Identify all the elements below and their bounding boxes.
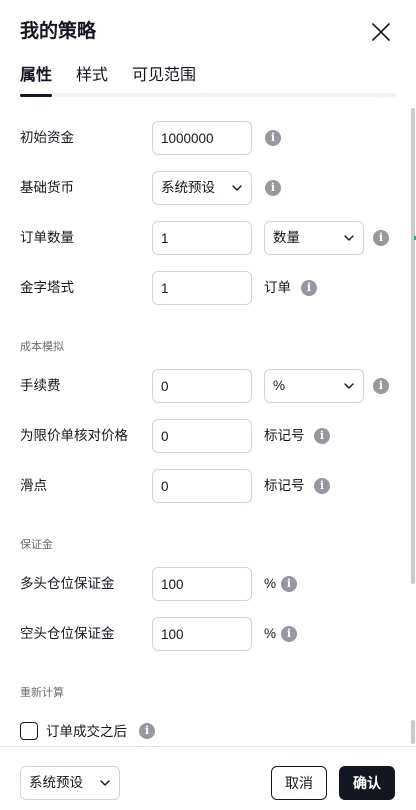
commission-unit-select[interactable]: % <box>264 369 364 403</box>
scrollbar-lower[interactable] <box>411 720 415 744</box>
long-margin-input[interactable] <box>152 567 252 601</box>
order-size-unit-value: 数量 <box>273 230 300 245</box>
short-margin-label: 空头仓位保证金 <box>20 626 115 641</box>
section-margin: 保证金 <box>20 539 53 551</box>
tab-style[interactable]: 样式 <box>76 65 108 87</box>
short-margin-unit: % <box>264 626 277 641</box>
ok-button[interactable]: 确认 <box>339 766 395 800</box>
pyramiding-unit: 订单 <box>264 280 291 295</box>
slippage-label: 滑点 <box>20 478 47 493</box>
order-size-row: 订单数量 数量 i <box>0 221 416 255</box>
base-currency-row: 基础货币 系统预设 i <box>0 171 416 205</box>
dialog-footer: 系统预设 取消 确认 <box>0 746 416 810</box>
long-margin-row: 多头仓位保证金 % i <box>0 567 416 601</box>
commission-row: 手续费 % i <box>0 369 416 403</box>
info-icon[interactable]: i <box>139 723 155 739</box>
base-currency-label: 基础货币 <box>20 180 74 195</box>
chevron-down-icon <box>344 235 354 241</box>
short-margin-input[interactable] <box>152 617 252 651</box>
short-margin-row: 空头仓位保证金 % i <box>0 617 416 651</box>
long-margin-label: 多头仓位保证金 <box>20 576 115 591</box>
info-icon[interactable]: i <box>314 478 330 494</box>
order-size-input[interactable] <box>152 221 252 255</box>
info-icon[interactable]: i <box>265 180 281 196</box>
chevron-down-icon <box>100 780 110 786</box>
dialog-title: 我的策略 <box>20 21 97 42</box>
info-icon[interactable]: i <box>301 280 317 296</box>
close-icon[interactable] <box>368 19 394 45</box>
verify-price-limit-row: 为限价单核对价格 标记号 i <box>0 419 416 453</box>
initial-capital-input[interactable] <box>152 121 252 155</box>
verify-price-limit-input[interactable] <box>152 419 252 453</box>
preset-value: 系统预设 <box>29 775 83 790</box>
scrollbar[interactable] <box>411 108 415 584</box>
active-tab-indicator <box>20 94 52 97</box>
tab-visibility[interactable]: 可见范围 <box>132 65 196 87</box>
slippage-input[interactable] <box>152 469 252 503</box>
chevron-down-icon <box>232 185 242 191</box>
tab-properties[interactable]: 属性 <box>20 65 52 87</box>
verify-price-limit-label: 为限价单核对价格 <box>20 428 128 443</box>
tab-track <box>20 93 396 97</box>
section-recalculate: 重新计算 <box>20 687 64 699</box>
long-margin-unit: % <box>264 576 277 591</box>
properties-panel: 初始资金 i 基础货币 系统预设 i 订单数量 数量 i 金字塔式 订单 i 成… <box>0 104 416 746</box>
info-icon[interactable]: i <box>265 130 281 146</box>
initial-capital-label: 初始资金 <box>20 130 74 145</box>
after-order-filled-checkbox[interactable] <box>20 722 38 740</box>
base-currency-value: 系统预设 <box>161 180 215 195</box>
section-cost-simulation: 成本模拟 <box>20 341 64 353</box>
chevron-down-icon <box>344 383 354 389</box>
pyramiding-row: 金字塔式 订单 i <box>0 271 416 305</box>
verify-price-limit-unit: 标记号 <box>264 428 305 443</box>
cancel-button[interactable]: 取消 <box>271 766 327 800</box>
order-size-unit-select[interactable]: 数量 <box>264 221 364 255</box>
commission-unit-value: % <box>273 378 286 393</box>
commission-label: 手续费 <box>20 378 61 393</box>
slippage-unit: 标记号 <box>264 478 305 493</box>
info-icon[interactable]: i <box>281 626 297 642</box>
initial-capital-row: 初始资金 i <box>0 121 416 155</box>
base-currency-select[interactable]: 系统预设 <box>152 171 252 205</box>
order-size-label: 订单数量 <box>20 230 74 245</box>
preset-select[interactable]: 系统预设 <box>20 766 120 800</box>
commission-input[interactable] <box>152 369 252 403</box>
info-icon[interactable]: i <box>373 378 389 394</box>
after-order-filled-label: 订单成交之后 <box>46 724 127 739</box>
info-icon[interactable]: i <box>373 230 389 246</box>
pyramiding-label: 金字塔式 <box>20 280 74 295</box>
pyramiding-input[interactable] <box>152 271 252 305</box>
dialog-header: 我的策略 <box>0 0 416 62</box>
slippage-row: 滑点 标记号 i <box>0 469 416 503</box>
info-icon[interactable]: i <box>281 576 297 592</box>
info-icon[interactable]: i <box>314 428 330 444</box>
